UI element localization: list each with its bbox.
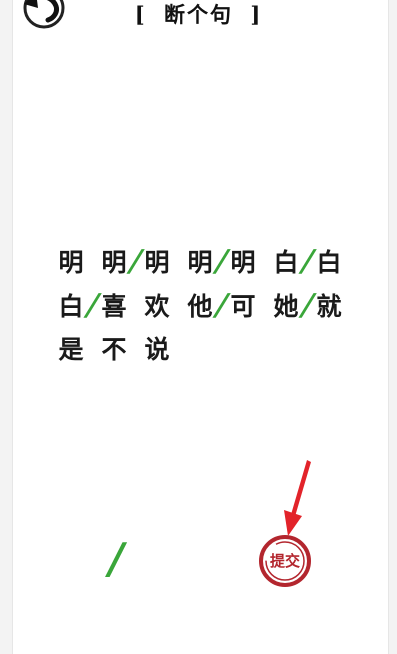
- title-bracket-open: [: [134, 2, 147, 27]
- sentence-char: 欢: [144, 292, 170, 321]
- sentence-char: 明: [101, 248, 127, 277]
- submit-button[interactable]: 提交: [257, 533, 313, 589]
- sentence-char: 明: [187, 248, 213, 277]
- sentence-char: 喜: [101, 292, 127, 321]
- sentence-char: 白: [316, 248, 342, 277]
- sentence-char: 明: [144, 248, 170, 277]
- hint-arrow-icon: [284, 460, 311, 536]
- sentence-char: 明: [58, 248, 84, 277]
- sentence-char: 不: [101, 335, 127, 364]
- submit-label: 提交: [269, 552, 300, 570]
- title-text: 断个句: [164, 2, 233, 27]
- sentence-line: 白/喜欢他/可 她/就: [57, 284, 377, 328]
- sentence-line: 是不说: [57, 328, 377, 372]
- slash-tool[interactable]: /: [101, 536, 131, 582]
- title-bracket-close: ]: [250, 2, 263, 27]
- sentence-char: 他: [187, 292, 213, 321]
- sentence-char: 说: [144, 335, 170, 364]
- sentence-char: 她: [273, 292, 299, 321]
- sentence-char: 就: [316, 292, 342, 321]
- page-title: [ 断个句 ]: [0, 0, 397, 30]
- sentence-area[interactable]: 明明/明 明/明 白/白 白/喜欢他/可 她/就是不说: [57, 240, 377, 372]
- sentence-char: 可: [230, 292, 256, 321]
- sentence-char: 白: [58, 292, 84, 321]
- sentence-line: 明明/明 明/明 白/白: [57, 240, 377, 284]
- sentence-char: 明: [230, 248, 256, 277]
- sentence-char: 白: [273, 248, 299, 277]
- sentence-char: 是: [58, 335, 84, 364]
